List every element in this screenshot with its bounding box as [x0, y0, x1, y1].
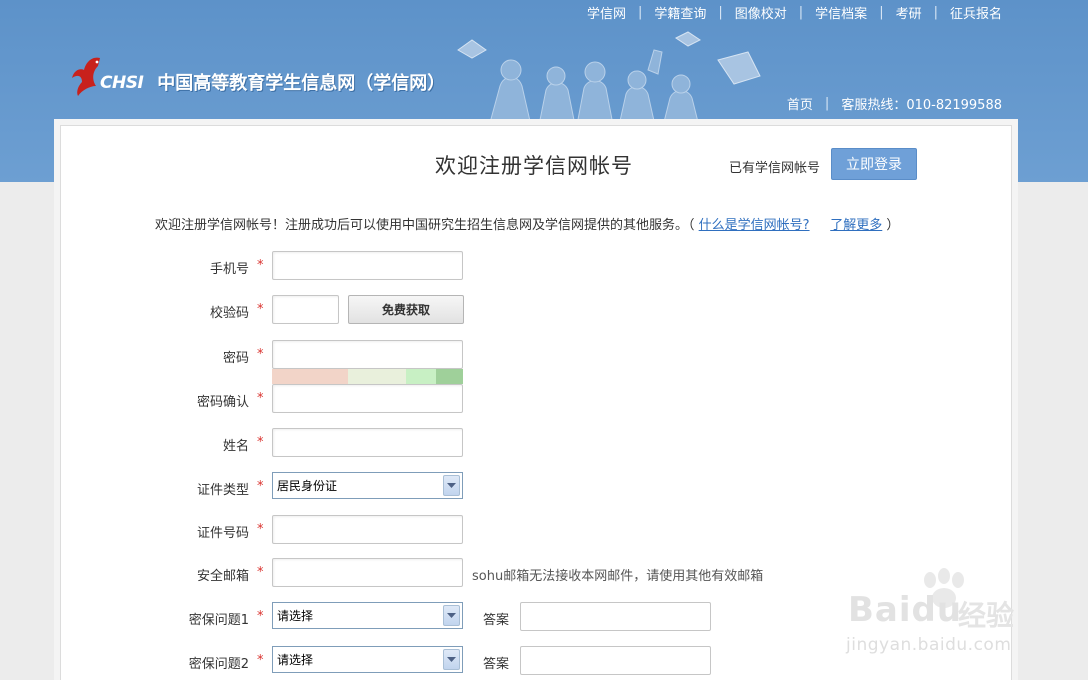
nav-separator: |	[824, 96, 830, 111]
intro-text: 欢迎注册学信网帐号！注册成功后可以使用中国研究生招生信息网及学信网提供的其他服务…	[155, 214, 899, 233]
login-button[interactable]: 立即登录	[831, 148, 917, 180]
has-account-text: 已有学信网帐号	[729, 161, 821, 176]
required-mark: *	[257, 258, 264, 273]
required-mark: *	[257, 302, 264, 317]
logo-chsi-text: CHSI	[100, 73, 144, 93]
answer-1-label: 答案	[483, 613, 510, 628]
required-mark: *	[257, 391, 264, 406]
intro-close: ）	[886, 218, 900, 233]
top-nav-xueji-query[interactable]: 学籍查询	[654, 3, 706, 22]
question-1-value: 请选择	[277, 609, 314, 623]
password-row: 密码 *	[61, 340, 1013, 370]
chevron-down-icon[interactable]	[443, 649, 460, 670]
question-2-value: 请选择	[277, 653, 314, 667]
home-link[interactable]: 首页	[787, 94, 813, 113]
id-number-row: 证件号码 *	[61, 515, 1013, 545]
watermark-name: 经验	[958, 599, 1015, 632]
required-mark: *	[257, 435, 264, 450]
hotline-text: 客服热线：010-82199588	[841, 98, 1002, 113]
intro-body: 欢迎注册学信网帐号！注册成功后可以使用中国研究生招生信息网及学信网提供的其他服务…	[155, 218, 695, 233]
id-type-select[interactable]: 居民身份证	[272, 472, 463, 499]
password-confirm-row: 密码确认 *	[61, 384, 1013, 414]
id-number-input[interactable]	[272, 515, 463, 544]
graduates-illustration	[457, 31, 761, 130]
id-type-row: 证件类型 * 居民身份证	[61, 472, 1013, 502]
answer-1-input[interactable]	[520, 602, 711, 631]
strength-weak-segment	[272, 369, 348, 384]
name-row: 姓名 *	[61, 428, 1013, 458]
code-input[interactable]	[272, 295, 339, 324]
required-mark: *	[257, 653, 264, 668]
email-hint: sohu邮箱无法接收本网邮件，请使用其他有效邮箱	[472, 569, 764, 584]
required-mark: *	[257, 565, 264, 580]
nav-separator: |	[718, 5, 723, 20]
top-nav-image-check[interactable]: 图像校对	[735, 3, 787, 22]
page-title: 欢迎注册学信网帐号	[435, 154, 633, 178]
top-nav-kaoyan[interactable]: 考研	[896, 3, 922, 22]
name-label: 姓名	[222, 439, 249, 454]
chsi-bird-logo-icon	[72, 57, 100, 96]
question-1-label: 密保问题1	[188, 613, 249, 628]
top-nav-archive[interactable]: 学信档案	[815, 3, 867, 22]
required-mark: *	[257, 347, 264, 362]
nav-separator: |	[879, 5, 884, 20]
question-2-select[interactable]: 请选择	[272, 646, 463, 673]
phone-label: 手机号	[209, 262, 249, 277]
id-type-value: 居民身份证	[277, 479, 338, 493]
id-type-label: 证件类型	[196, 483, 249, 498]
question-1-select[interactable]: 请选择	[272, 602, 463, 629]
phone-row: 手机号 *	[61, 251, 1013, 281]
top-nav: 学信网 | 学籍查询 | 图像校对 | 学信档案 | 考研 | 征兵报名	[587, 3, 1002, 22]
top-nav-xuexinwang[interactable]: 学信网	[587, 3, 626, 22]
password-confirm-label: 密码确认	[196, 395, 249, 410]
strength-strong-segment	[406, 369, 436, 384]
answer-2-label: 答案	[483, 657, 510, 672]
password-strength-meter	[272, 369, 463, 384]
nav-separator: |	[933, 5, 938, 20]
required-mark: *	[257, 522, 264, 537]
watermark-brand: Baidu	[848, 590, 963, 630]
logo-site-name: 中国高等教育学生信息网（学信网）	[157, 73, 446, 94]
name-input[interactable]	[272, 428, 463, 457]
get-code-button[interactable]: 免费获取	[348, 295, 464, 324]
email-label: 安全邮箱	[196, 569, 249, 584]
strength-strong-segment	[436, 369, 463, 384]
phone-input[interactable]	[272, 251, 463, 280]
question-2-label: 密保问题2	[188, 657, 249, 672]
strength-mid-segment	[348, 369, 406, 384]
required-mark: *	[257, 479, 264, 494]
sub-nav: 首页 | 客服热线：010-82199588	[787, 94, 1002, 113]
chevron-down-icon[interactable]	[443, 605, 460, 626]
email-input[interactable]	[272, 558, 463, 587]
answer-2-input[interactable]	[520, 646, 711, 675]
watermark-url: jingyan.baidu.com	[846, 635, 1012, 655]
chevron-down-icon[interactable]	[443, 475, 460, 496]
password-label: 密码	[222, 351, 249, 366]
required-mark: *	[257, 609, 264, 624]
site-logo[interactable]: CHSI 中国高等教育学生信息网（学信网）	[70, 54, 445, 98]
password-input[interactable]	[272, 340, 463, 369]
code-label: 校验码	[209, 306, 249, 321]
password-confirm-input[interactable]	[272, 384, 463, 413]
id-number-label: 证件号码	[196, 526, 249, 541]
top-nav-recruit[interactable]: 征兵报名	[950, 3, 1002, 22]
nav-separator: |	[637, 5, 643, 20]
code-row: 校验码 * 免费获取	[61, 295, 1013, 325]
learn-more-link[interactable]: 了解更多	[830, 218, 882, 233]
nav-separator: |	[798, 5, 804, 20]
what-is-account-link[interactable]: 什么是学信网帐号?	[699, 218, 810, 233]
